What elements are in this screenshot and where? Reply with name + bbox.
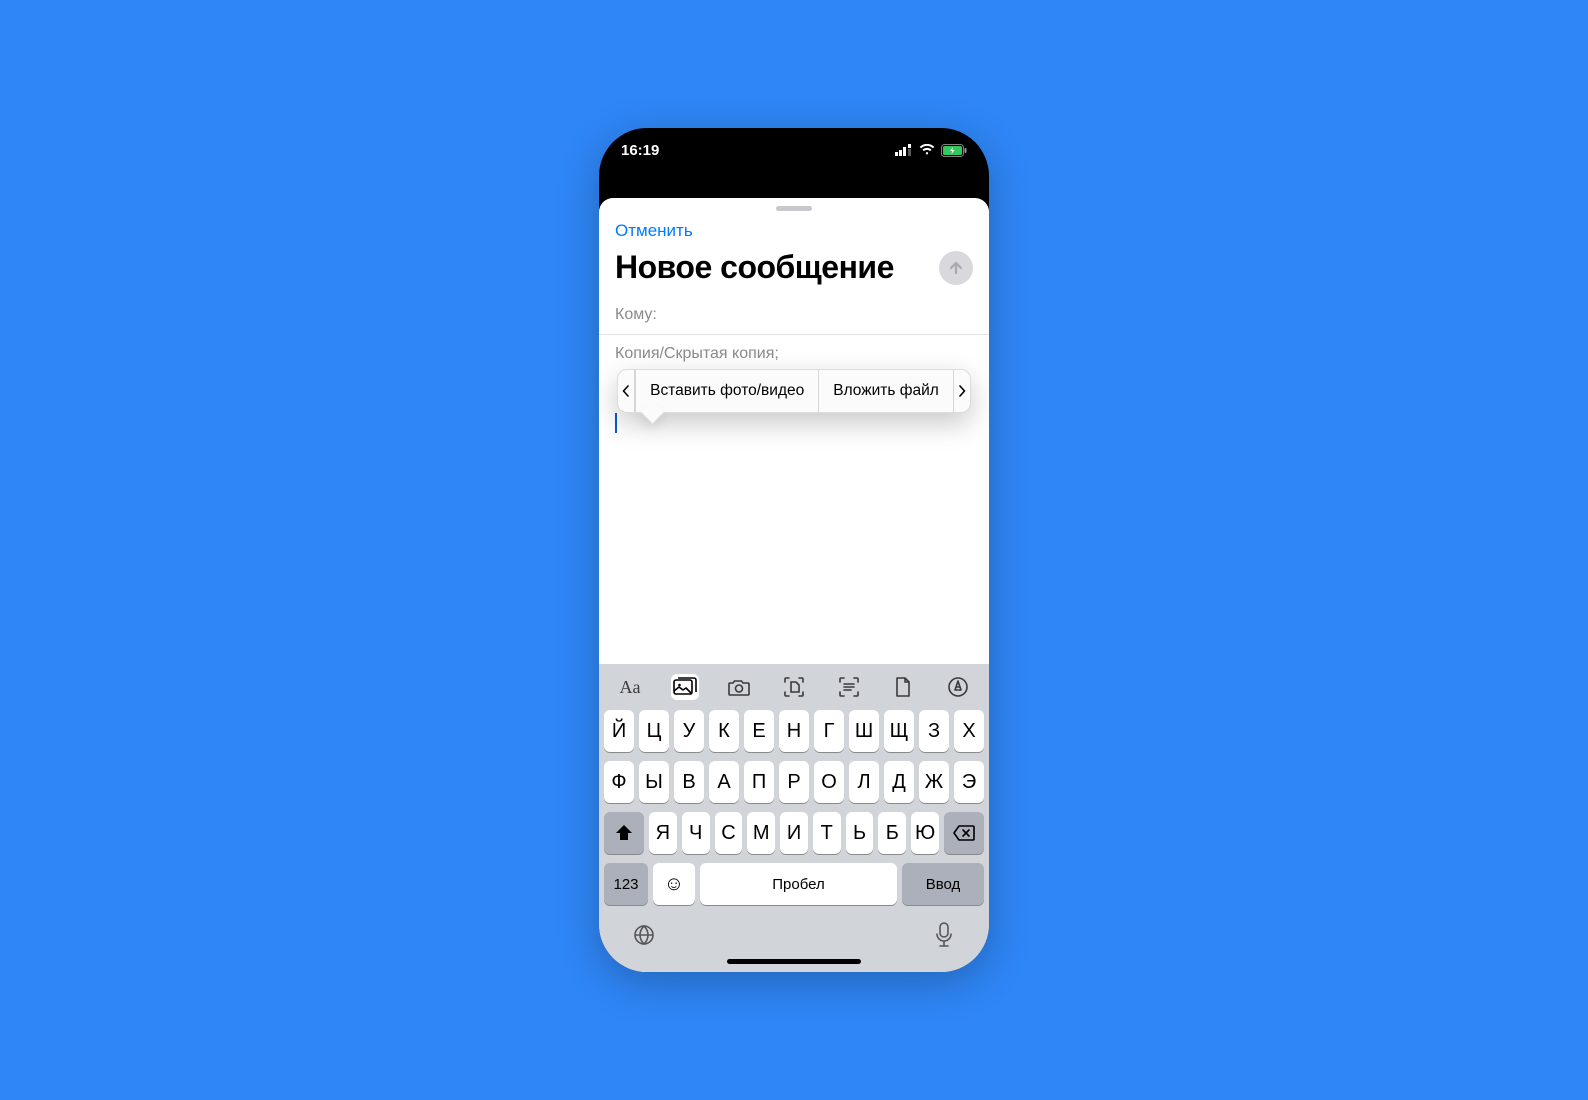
- key[interactable]: Г: [814, 710, 844, 752]
- context-menu: Вставить фото/видео Вложить файл: [617, 369, 971, 413]
- camera-button[interactable]: [725, 674, 753, 700]
- emoji-key[interactable]: ☺: [653, 863, 695, 905]
- send-button[interactable]: [939, 251, 973, 285]
- context-menu-next[interactable]: [953, 370, 970, 412]
- enter-key[interactable]: Ввод: [902, 863, 984, 905]
- key[interactable]: Ж: [919, 761, 949, 803]
- numbers-key[interactable]: 123: [604, 863, 648, 905]
- space-key[interactable]: Пробел: [700, 863, 897, 905]
- key[interactable]: У: [674, 710, 704, 752]
- key[interactable]: З: [919, 710, 949, 752]
- key[interactable]: Э: [954, 761, 984, 803]
- dictation-key[interactable]: [930, 921, 958, 949]
- key[interactable]: Б: [878, 812, 906, 854]
- keyboard-row-3: Я Ч С М И Т Ь Б Ю: [602, 812, 986, 854]
- key[interactable]: Ц: [639, 710, 669, 752]
- keyboard: Aa: [599, 664, 989, 972]
- key[interactable]: Й: [604, 710, 634, 752]
- key[interactable]: Ю: [911, 812, 939, 854]
- key[interactable]: А: [709, 761, 739, 803]
- message-body[interactable]: Вставить фото/видео Вложить файл: [599, 373, 989, 664]
- status-time: 16:19: [621, 142, 659, 159]
- signal-icon: [895, 144, 913, 156]
- home-indicator[interactable]: [727, 959, 861, 964]
- key[interactable]: Ь: [846, 812, 874, 854]
- key[interactable]: О: [814, 761, 844, 803]
- key[interactable]: Н: [779, 710, 809, 752]
- key[interactable]: Е: [744, 710, 774, 752]
- cancel-button[interactable]: Отменить: [615, 221, 693, 241]
- attach-document-button[interactable]: [889, 674, 917, 700]
- attach-file-button[interactable]: Вложить файл: [818, 370, 953, 412]
- key[interactable]: Д: [884, 761, 914, 803]
- to-field[interactable]: Кому:: [599, 296, 989, 335]
- cc-bcc-label: Копия/Скрытая копия;: [615, 345, 779, 362]
- status-bar: 16:19: [599, 128, 989, 172]
- key[interactable]: К: [709, 710, 739, 752]
- compose-sheet: Отменить Новое сообщение Кому: Копия/Скр…: [599, 198, 989, 972]
- markup-button[interactable]: [944, 674, 972, 700]
- wifi-icon: [919, 144, 935, 156]
- status-right: [895, 144, 967, 157]
- key[interactable]: С: [715, 812, 743, 854]
- keyboard-row-2: Ф Ы В А П Р О Л Д Ж Э: [602, 761, 986, 803]
- sheet-grabber[interactable]: [776, 206, 812, 211]
- page-title: Новое сообщение: [615, 249, 894, 286]
- key[interactable]: Р: [779, 761, 809, 803]
- context-menu-prev[interactable]: [618, 370, 635, 412]
- text-style-button[interactable]: Aa: [616, 674, 644, 700]
- backspace-key[interactable]: [944, 812, 984, 854]
- keyboard-bottom-bar: [602, 911, 986, 953]
- insert-photo-video-button[interactable]: Вставить фото/видео: [635, 370, 818, 412]
- shift-key[interactable]: [604, 812, 644, 854]
- scan-text-button[interactable]: [835, 674, 863, 700]
- globe-key[interactable]: [630, 921, 658, 949]
- key[interactable]: Ч: [682, 812, 710, 854]
- text-cursor: [615, 413, 617, 433]
- keyboard-row-1: Й Ц У К Е Н Г Ш Щ З Х: [602, 710, 986, 752]
- scan-document-button[interactable]: [780, 674, 808, 700]
- to-label: Кому:: [615, 306, 657, 323]
- key[interactable]: М: [747, 812, 775, 854]
- key[interactable]: И: [780, 812, 808, 854]
- phone-frame: 16:19 Отменить Новое сообщение Кому:: [599, 128, 989, 972]
- battery-icon: [941, 144, 967, 157]
- key[interactable]: П: [744, 761, 774, 803]
- keyboard-toolbar: Aa: [602, 668, 986, 710]
- key[interactable]: Щ: [884, 710, 914, 752]
- key[interactable]: Ы: [639, 761, 669, 803]
- key[interactable]: Ф: [604, 761, 634, 803]
- key[interactable]: Ш: [849, 710, 879, 752]
- key[interactable]: Х: [954, 710, 984, 752]
- photo-library-button[interactable]: [671, 674, 699, 700]
- key[interactable]: Т: [813, 812, 841, 854]
- key[interactable]: Л: [849, 761, 879, 803]
- cc-bcc-field[interactable]: Копия/Скрытая копия;: [599, 335, 989, 373]
- key[interactable]: Я: [649, 812, 677, 854]
- key[interactable]: В: [674, 761, 704, 803]
- keyboard-row-4: 123 ☺ Пробел Ввод: [602, 863, 986, 905]
